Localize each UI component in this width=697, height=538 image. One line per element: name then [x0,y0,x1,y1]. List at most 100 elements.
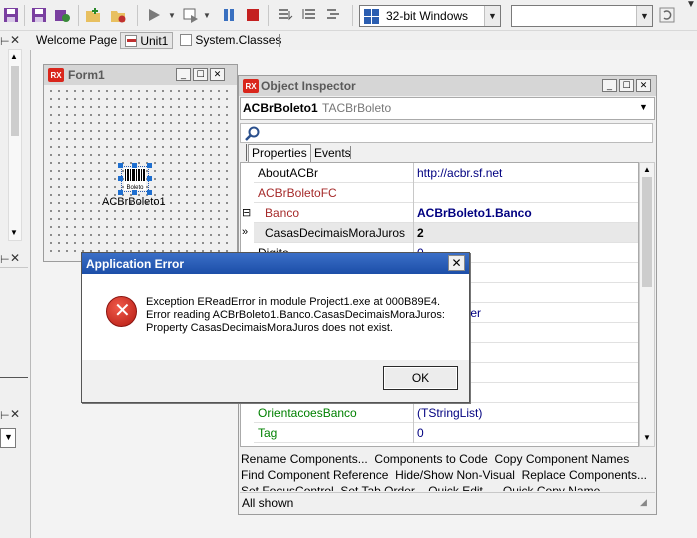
close-icon[interactable]: ✕ [10,33,20,47]
property-value[interactable]: ACBrBoleto1.Banco [417,206,532,220]
minimize-icon[interactable]: _ [176,68,191,81]
scroll-down-icon[interactable]: ▼ [10,228,18,237]
chevron-down-icon[interactable]: ▼ [639,102,648,112]
form1-window[interactable]: RX Form1 _ ☐ ✕ Boleto ACBrBoleto1 [43,64,238,262]
close-icon[interactable]: ✕ [448,255,465,271]
save-icon[interactable] [2,6,20,24]
actions-line-2[interactable]: Find Component Reference Hide/Show Non-V… [241,467,654,483]
run-without-debug-icon[interactable] [182,6,200,24]
tab-label: Events [314,146,351,160]
stop-icon[interactable] [244,6,262,24]
column-divider[interactable] [413,423,414,443]
property-row[interactable]: OrientacoesBanco (TStringList) [254,403,638,423]
error-line-2: Error reading ACBrBoleto1.Banco.CasasDec… [146,309,445,321]
tab-label: System.Classes [195,33,282,47]
dialog-title: Application Error [86,257,185,271]
scroll-up-icon[interactable]: ▲ [643,165,651,174]
scroll-thumb[interactable] [642,177,652,287]
remove-from-project-icon[interactable] [109,6,127,24]
pause-icon[interactable] [220,6,238,24]
close-icon[interactable]: ✕ [636,79,651,92]
actions-line-3[interactable]: Set FocusControl Set Tab Order Quick Edi… [241,483,654,491]
property-value[interactable]: (TStringList) [417,406,482,420]
error-message: Exception EReadError in module Project1.… [146,296,445,335]
component-label: ACBrBoleto1 [102,196,166,208]
target-platform-select[interactable]: 32-bit Windows ▼ [359,5,501,27]
property-value[interactable]: 2 [417,226,424,240]
form1-titlebar[interactable]: RX Form1 _ ☐ ✕ [44,65,237,85]
object-inspector-titlebar[interactable]: RX Object Inspector _ ☐ ✕ [239,76,656,96]
tab-label: Unit1 [140,34,169,48]
pin-icon[interactable]: ⊢ [0,253,10,266]
form1-client-area[interactable]: Boleto ACBrBoleto1 [47,87,234,258]
open-project-icon[interactable] [53,6,71,24]
run-icon[interactable] [145,6,163,24]
pin-icon[interactable]: ⊢ [0,409,10,422]
left-scrollbar[interactable]: ▲ ▼ [8,49,22,241]
error-line-3: Property CasasDecimaisMoraJuros does not… [146,322,393,334]
tab-label: Properties [252,146,307,160]
current-row-marker-icon: » [242,226,249,238]
component-icon-text: Boleto [126,185,144,191]
column-divider[interactable] [413,223,414,243]
pin-icon[interactable]: ⊢ [0,35,10,48]
add-to-project-icon[interactable] [84,6,102,24]
chevron-down-icon[interactable]: ▼ [4,432,13,442]
run-without-debug-dropdown-icon[interactable]: ▼ [203,11,211,20]
resize-grip-icon[interactable]: ◢ [640,497,647,508]
scroll-up-icon[interactable]: ▲ [10,52,18,61]
property-value[interactable]: 0 [417,426,424,440]
left-combo[interactable]: ▼ [0,428,16,448]
column-divider[interactable] [413,403,414,423]
column-divider[interactable] [413,183,414,203]
save-all-icon[interactable] [30,6,48,24]
close-icon[interactable]: ✕ [10,251,20,265]
property-row[interactable]: ACBrBoletoFC [254,183,638,203]
tab-properties[interactable]: Properties [248,144,311,162]
tab-system-classes[interactable]: System.Classes [176,32,285,49]
maximize-icon[interactable]: ☐ [619,79,634,92]
property-grid-scrollbar[interactable]: ▲ ▼ [639,162,655,447]
toolbar-overflow-icon[interactable]: ▼ [686,0,696,10]
configuration-select[interactable]: ▼ [511,5,653,27]
tab-welcome-page[interactable]: Welcome Page [32,32,121,49]
trace-into-icon[interactable] [276,6,294,24]
scroll-down-icon[interactable]: ▼ [643,433,651,442]
run-to-cursor-icon[interactable] [324,6,342,24]
property-row[interactable]: » CasasDecimaisMoraJuros 2 [242,223,638,243]
close-icon[interactable]: ✕ [210,68,225,81]
property-name: CasasDecimaisMoraJuros [265,226,406,240]
inspector-actions: Rename Components... Components to Code … [241,451,654,491]
property-value[interactable]: http://acbr.sf.net [417,166,502,180]
dialog-titlebar[interactable]: Application Error ✕ [82,253,469,274]
component-selector[interactable]: ACBrBoleto1 TACBrBoleto ▼ [240,97,655,120]
property-row[interactable]: ⊟ Banco ACBrBoleto1.Banco [242,203,638,223]
column-divider[interactable] [413,163,414,183]
maximize-icon[interactable]: ☐ [193,68,208,81]
column-divider[interactable] [413,203,414,223]
property-row[interactable]: AboutACBr http://acbr.sf.net [254,163,638,183]
divider [0,377,28,378]
tab-separator [350,146,351,159]
close-icon[interactable]: ✕ [10,407,20,421]
scroll-thumb[interactable] [11,66,19,136]
chevron-down-icon[interactable]: ▼ [636,6,652,26]
acbrboleto-component[interactable]: Boleto [118,163,152,195]
tab-events[interactable]: Events [311,145,354,161]
unit-file-icon [125,35,137,47]
property-row[interactable]: Tag 0 [254,423,638,443]
step-over-icon[interactable] [300,6,318,24]
property-name: Tag [258,426,278,440]
search-input[interactable] [240,123,653,143]
ok-button[interactable]: OK [383,366,458,390]
platform-value: 32-bit Windows [386,9,469,23]
chevron-down-icon[interactable]: ▼ [484,6,500,26]
run-dropdown-icon[interactable]: ▼ [168,11,176,20]
minimize-icon[interactable]: _ [602,79,617,92]
tab-unit1[interactable]: Unit1 [120,32,174,49]
actions-line-1[interactable]: Rename Components... Components to Code … [241,451,654,467]
editor-tabbar: Welcome Page Unit1 System.Classes [30,31,697,50]
search-icon [245,126,260,144]
collapse-icon[interactable]: ⊟ [242,206,251,219]
refresh-icon[interactable] [658,6,676,24]
